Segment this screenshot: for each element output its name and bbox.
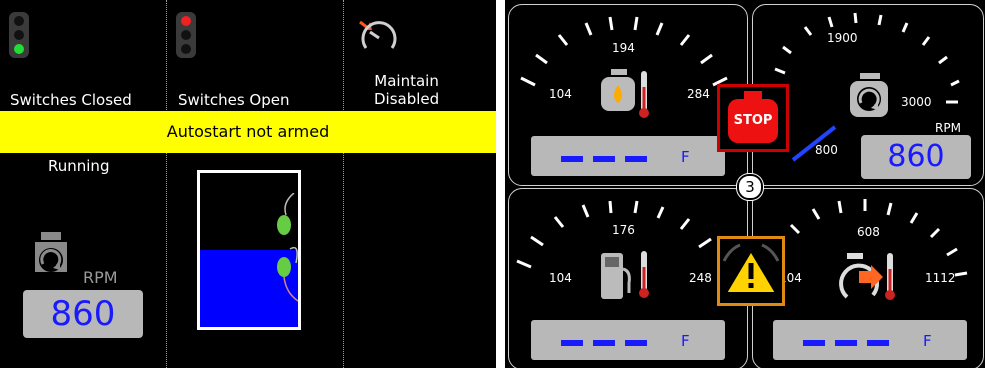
oil-min-label: 104 bbox=[549, 87, 572, 101]
exhaust-unit: F bbox=[923, 332, 932, 350]
autostart-banner: Autostart not armed bbox=[0, 111, 496, 153]
rpm-max-label: 3000 bbox=[901, 95, 932, 109]
rpm-mid-label: 1900 bbox=[827, 31, 858, 45]
stop-label: STOP bbox=[733, 113, 773, 128]
exhaust-mid-label: 608 bbox=[857, 225, 880, 239]
alarm-count-badge[interactable]: 3 bbox=[737, 174, 763, 200]
fuel-temp-gauge: 104 176 248 F bbox=[508, 188, 748, 368]
exhaust-value-box: F bbox=[773, 320, 967, 360]
fuel-temp-icon bbox=[601, 251, 649, 299]
rpm-value-box: 860 bbox=[861, 135, 971, 179]
traffic-light-green-icon bbox=[9, 12, 29, 58]
maintain-gauge-icon bbox=[359, 20, 397, 49]
divider bbox=[166, 0, 167, 368]
oil-temp-icon bbox=[601, 69, 649, 118]
stop-alarm-button[interactable]: STOP bbox=[717, 84, 789, 152]
warning-icon bbox=[722, 243, 780, 294]
fuel-max-label: 248 bbox=[689, 271, 712, 285]
oil-mid-label: 194 bbox=[612, 41, 635, 55]
exhaust-max-label: 1112 bbox=[925, 271, 956, 285]
engine-rpm-icon bbox=[35, 232, 67, 272]
warning-alarm-button[interactable] bbox=[717, 236, 785, 306]
gauge-panel: 104 194 284 F 1900 3000 RPM 800 860 104 … bbox=[505, 0, 985, 368]
divider bbox=[343, 0, 344, 368]
status-switches-open: Switches Open bbox=[178, 91, 290, 109]
tank-level-indicator bbox=[197, 170, 301, 330]
fuel-unit: F bbox=[681, 332, 690, 350]
rpm-unit-label: RPM bbox=[935, 121, 961, 135]
rpm-unit-label: RPM bbox=[83, 268, 118, 287]
oil-value-box: F bbox=[531, 136, 725, 176]
fuel-mid-label: 176 bbox=[612, 223, 635, 237]
controller-panel: Switches Closed Switches Open Maintain D… bbox=[0, 0, 496, 368]
rpm-readout: 860 bbox=[23, 290, 143, 338]
maintain-label: Maintain Disabled bbox=[374, 72, 440, 108]
traffic-light-red-icon bbox=[176, 12, 196, 58]
running-label: Running bbox=[48, 157, 110, 175]
fuel-min-label: 104 bbox=[549, 271, 572, 285]
oil-temp-gauge: 104 194 284 F bbox=[508, 4, 748, 186]
alarm-count-label: 3 bbox=[745, 178, 755, 196]
fuel-value-box: F bbox=[531, 320, 725, 360]
oil-max-label: 284 bbox=[687, 87, 710, 101]
rpm-low-label: 800 bbox=[815, 143, 838, 157]
exhaust-temp-gauge: 104 608 1112 F bbox=[752, 188, 984, 368]
engine-rpm-icon bbox=[850, 73, 888, 117]
status-switches-closed: Switches Closed bbox=[10, 91, 132, 109]
float-switch-icon bbox=[277, 193, 298, 302]
oil-unit: F bbox=[681, 148, 690, 166]
exhaust-temp-icon bbox=[839, 253, 895, 300]
